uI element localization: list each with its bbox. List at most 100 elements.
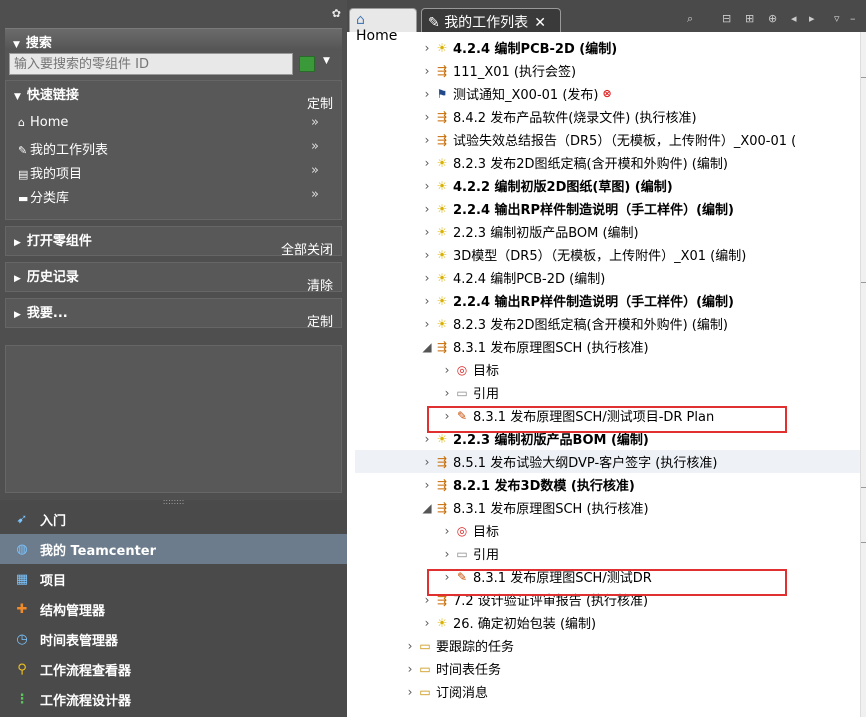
nav-workflow-designer[interactable]: ⋮ 工作流程设计器 <box>0 684 347 714</box>
expand-arrow-icon[interactable]: › <box>403 662 417 676</box>
tree-row[interactable]: › ⇶ 8.2.1 发布3D数模 (执行核准) <box>355 473 860 496</box>
expand-arrow-icon[interactable]: › <box>420 110 434 124</box>
search-input[interactable] <box>9 53 293 75</box>
tree-row[interactable]: › ▭ 引用 <box>355 381 860 404</box>
expand-icon[interactable]: ⊞ <box>745 12 757 25</box>
tree-row[interactable]: › ⇶ 8.5.1 发布试验大纲DVP-客户签字 (执行核准) <box>355 450 860 473</box>
tree-row[interactable]: › ☀ 3D模型（DR5）（无模板，上传附件）_X01 (编制) <box>355 243 860 266</box>
tree-row[interactable]: › ☀ 26. 确定初始包装 (编制) <box>355 611 860 634</box>
tree-row[interactable]: › ◎ 目标 <box>355 358 860 381</box>
tree-row[interactable]: › ⇶ 111_X01 (执行会签) <box>355 59 860 82</box>
tree-row[interactable]: › ◎ 目标 <box>355 519 860 542</box>
nav-structure-manager[interactable]: ✚ 结构管理器 <box>0 594 347 624</box>
expand-arrow-icon[interactable]: › <box>420 225 434 239</box>
gear-icon[interactable]: ✿ <box>332 7 341 20</box>
quick-link-my-projects[interactable]: ▤ 我的项目 » <box>6 163 341 187</box>
expand-arrow-icon[interactable]: › <box>403 639 417 653</box>
worklist-panel: ⌂ Home ✎ 我的工作列表 ✕ ⌕ ⊟ ⊞ ⊕ ◂ ▸ ▿ – › ☀ 4.2.4… <box>347 0 866 717</box>
tree-row[interactable]: › ⚑ 测试通知_X00-01 (发布) ⊗ <box>355 82 860 105</box>
tree-row[interactable]: › ⇶ 试验失效总结报告（DR5）（无模板，上传附件）_X00-01 ( <box>355 128 860 151</box>
expand-arrow-icon[interactable]: › <box>420 202 434 216</box>
tree-row[interactable]: ◢ ⇶ 8.3.1 发布原理图SCH (执行核准) <box>355 496 860 519</box>
expand-arrow-icon[interactable]: › <box>420 64 434 78</box>
tree-row-label: 订阅消息 <box>436 686 489 701</box>
forward-icon[interactable]: ▸ <box>809 12 821 25</box>
quick-link-classification[interactable]: ▬ 分类库 » <box>6 187 341 211</box>
expand-arrow-icon[interactable]: › <box>420 271 434 285</box>
expand-arrow-icon[interactable]: › <box>440 386 454 400</box>
tab-home[interactable]: ⌂ Home <box>349 8 417 44</box>
expand-arrow-icon[interactable]: › <box>440 524 454 538</box>
chevron-down-icon[interactable]: ▼ <box>323 56 330 66</box>
tree-row[interactable]: › ☀ 2.2.4 输出RP样件制造说明（手工样件）(编制) <box>355 289 860 312</box>
search-go-icon[interactable] <box>299 56 315 72</box>
quick-links-customize-button[interactable]: 定制 <box>307 93 333 112</box>
expand-arrow-icon[interactable]: › <box>420 133 434 147</box>
expand-arrow-icon[interactable]: › <box>420 317 434 331</box>
tree-row[interactable]: › ☀ 4.2.4 编制PCB-2D (编制) <box>355 36 860 59</box>
tree-row[interactable]: ◢ ⇶ 8.3.1 发布原理图SCH (执行核准) <box>355 335 860 358</box>
view-menu-icon[interactable]: ▿ <box>834 12 846 25</box>
nav-getting-started[interactable]: ➹ 入门 <box>0 504 347 534</box>
expanded-arrow-icon[interactable]: ◢ <box>420 501 434 515</box>
highlight-box <box>427 569 787 596</box>
workflow-task-icon: ⇶ <box>436 500 448 515</box>
expand-arrow-icon[interactable]: › <box>440 363 454 377</box>
i-want-customize-button[interactable]: 定制 <box>307 311 333 330</box>
expand-arrow-icon[interactable]: › <box>403 685 417 699</box>
expand-arrow-icon[interactable]: › <box>420 41 434 55</box>
expand-arrow-icon[interactable]: › <box>420 87 434 101</box>
expand-arrow-icon[interactable]: › <box>420 432 434 446</box>
tree-row-label: 时间表任务 <box>436 663 502 678</box>
tree-row[interactable]: › ☀ 8.2.3 发布2D图纸定稿(含开模和外购件) (编制) <box>355 151 860 174</box>
expanded-arrow-icon[interactable]: ◢ <box>420 340 434 354</box>
tree-row[interactable]: › ☀ 4.2.4 编制PCB-2D (编制) <box>355 266 860 289</box>
quick-link-home[interactable]: ⌂ Home » <box>6 115 341 139</box>
back-icon[interactable]: ◂ <box>791 12 803 25</box>
tree-row[interactable]: › ▭ 订阅消息 <box>355 680 860 703</box>
expand-arrow-icon[interactable]: › <box>420 248 434 262</box>
expand-arrow-icon[interactable]: › <box>420 616 434 630</box>
tree-row[interactable]: › ▭ 时间表任务 <box>355 657 860 680</box>
tree-row[interactable]: › ☀ 4.2.2 编制初版2D图纸(草图) (编制) <box>355 174 860 197</box>
vertical-scrollbar[interactable] <box>860 32 866 717</box>
workflow-task-icon: ⇶ <box>436 477 448 492</box>
expand-arrow-icon[interactable]: › <box>420 478 434 492</box>
nav-my-teamcenter[interactable]: ◍ 我的 Teamcenter <box>0 534 347 564</box>
tree-row-label: 8.2.3 发布2D图纸定稿(含开模和外购件) (编制) <box>453 157 728 172</box>
nav-project[interactable]: ▦ 项目 <box>0 564 347 594</box>
expand-arrow-icon[interactable]: › <box>420 179 434 193</box>
expand-arrow-icon[interactable]: › <box>420 156 434 170</box>
tree-row[interactable]: › ⇶ 8.4.2 发布产品软件(烧录文件) (执行核准) <box>355 105 860 128</box>
add-icon[interactable]: ⊕ <box>768 12 780 25</box>
tree-row[interactable]: › ☀ 2.2.4 输出RP样件制造说明（手工样件）(编制) <box>355 197 860 220</box>
close-icon[interactable]: ✕ <box>534 15 546 31</box>
nav-schedule-manager[interactable]: ◷ 时间表管理器 <box>0 624 347 654</box>
nav-workflow-viewer[interactable]: ⚲ 工作流程查看器 <box>0 654 347 684</box>
minimize-icon[interactable]: – <box>850 12 862 25</box>
expand-arrow-icon[interactable]: › <box>440 547 454 561</box>
expand-arrow-icon[interactable]: › <box>420 455 434 469</box>
quick-links-header[interactable]: ▼ 快速链接 定制 <box>6 81 341 112</box>
search-header[interactable]: ▼ 搜索 <box>5 28 342 51</box>
open-items-title: 打开零组件 <box>26 234 92 249</box>
expand-arrow-icon[interactable]: › <box>420 294 434 308</box>
i-want-header[interactable]: ▶ 我要... 定制 <box>6 299 341 330</box>
open-items-header[interactable]: ▶ 打开零组件 全部关闭 <box>6 227 341 258</box>
tree-row[interactable]: › ▭ 引用 <box>355 542 860 565</box>
tree-row[interactable]: › ☀ 8.2.3 发布2D图纸定稿(含开模和外购件) (编制) <box>355 312 860 335</box>
nav-label: 结构管理器 <box>40 603 106 619</box>
clear-history-button[interactable]: 清除 <box>307 275 333 294</box>
tree-row-label: 4.2.4 编制PCB-2D (编制) <box>453 272 606 287</box>
tree-row[interactable]: › ☀ 2.2.3 编制初版产品BOM (编制) <box>355 220 860 243</box>
close-all-button[interactable]: 全部关闭 <box>281 239 333 258</box>
search-icon[interactable]: ⌕ <box>687 12 699 25</box>
nav-label: 项目 <box>40 573 67 589</box>
quick-link-label: Home <box>30 115 69 130</box>
collapse-icon[interactable]: ⊟ <box>722 12 734 25</box>
tab-worklist[interactable]: ✎ 我的工作列表 ✕ <box>421 8 561 32</box>
tree-row-label: 8.2.3 发布2D图纸定稿(含开模和外购件) (编制) <box>453 318 728 333</box>
tree-row[interactable]: › ▭ 要跟踪的任务 <box>355 634 860 657</box>
quick-link-worklist[interactable]: ✎ 我的工作列表 » <box>6 139 341 163</box>
history-header[interactable]: ▶ 历史记录 清除 <box>6 263 341 294</box>
